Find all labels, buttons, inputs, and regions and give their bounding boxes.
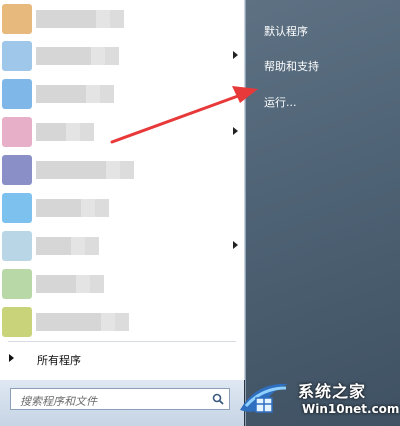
program-item[interactable] [0,38,244,74]
blurred-label [36,10,96,28]
program-icon [2,231,32,261]
blurred-label [36,85,86,103]
all-programs-label: 所有程序 [37,354,81,367]
program-icon [2,117,32,147]
program-icon [2,4,32,34]
program-icon [2,155,32,185]
help-support-item[interactable]: 帮助和支持 [252,52,394,78]
start-menu: 所有程序 搜索程序和文件 默认程序 帮助和支持 运行... 系统之家 Win10… [0,0,400,426]
search-placeholder: 搜索程序和文件 [20,395,97,408]
watermark-url: Win10net.com [302,402,400,416]
blurred-label [36,275,76,293]
search-area: 搜索程序和文件 [0,380,244,426]
right-item-label: 默认程序 [264,25,308,38]
program-item[interactable] [0,114,244,150]
program-icon [2,269,32,299]
search-input[interactable]: 搜索程序和文件 [10,388,230,410]
right-pane: 默认程序 帮助和支持 运行... [245,0,400,426]
watermark: 系统之家 Win10net.com [236,372,400,426]
all-programs-button[interactable]: 所有程序 [0,345,244,373]
play-arrow-icon [9,354,14,362]
program-item[interactable] [0,228,244,264]
program-item[interactable] [0,1,244,37]
program-item[interactable] [0,266,244,302]
blurred-label [36,313,101,331]
program-item[interactable] [0,190,244,226]
program-list [0,0,244,340]
left-pane: 所有程序 [0,0,245,380]
watermark-title: 系统之家 [298,382,367,401]
submenu-arrow-icon[interactable] [233,241,238,249]
right-item-label: 运行... [264,96,297,109]
blurred-label [36,161,106,179]
search-icon[interactable] [212,393,224,405]
blurred-label [36,237,71,255]
program-icon [2,193,32,223]
separator [8,341,236,342]
default-programs-item[interactable]: 默认程序 [252,17,394,43]
submenu-arrow-icon[interactable] [233,127,238,135]
program-icon [2,79,32,109]
program-icon [2,41,32,71]
blurred-label [36,47,91,65]
blurred-label [36,199,81,217]
blurred-label [36,123,66,141]
run-item[interactable]: 运行... [252,88,394,114]
program-item[interactable] [0,152,244,188]
program-item[interactable] [0,76,244,112]
program-icon [2,307,32,337]
watermark-logo-icon [240,383,288,413]
submenu-arrow-icon[interactable] [233,51,238,59]
right-item-label: 帮助和支持 [264,60,319,73]
program-item[interactable] [0,304,244,340]
